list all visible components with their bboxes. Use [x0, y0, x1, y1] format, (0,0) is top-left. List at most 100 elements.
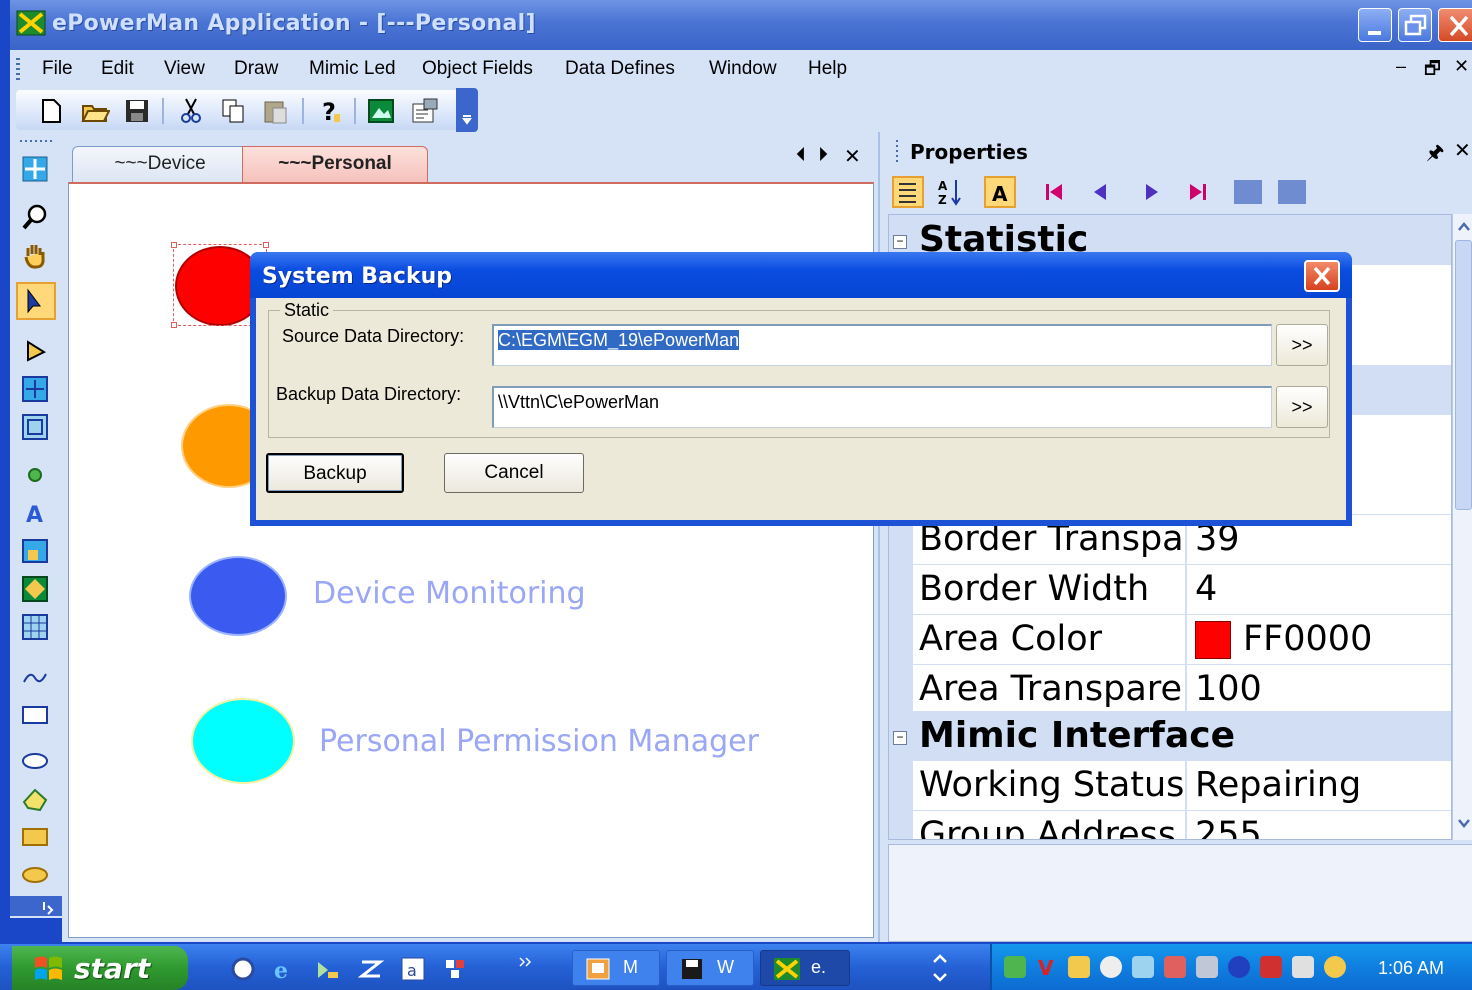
rectangle-icon[interactable] — [20, 700, 50, 730]
grid-icon[interactable] — [20, 612, 50, 642]
last-record-icon[interactable] — [1182, 176, 1214, 208]
tray-app-icon[interactable] — [1324, 956, 1346, 978]
tab-personal[interactable]: ~~~Personal — [242, 146, 428, 182]
app-a-icon[interactable]: a — [400, 956, 426, 982]
tool-icon[interactable] — [1276, 176, 1308, 208]
font-icon[interactable]: A — [984, 176, 1016, 208]
tray-app-icon[interactable] — [1004, 956, 1026, 978]
property-value[interactable]: 100 — [1191, 665, 1262, 715]
menu-help[interactable]: Help — [808, 58, 847, 80]
source-directory-input[interactable]: C:\EGM\EGM_19\ePowerMan — [492, 324, 1272, 366]
resize-icon[interactable] — [20, 374, 50, 404]
filled-rect-icon[interactable] — [20, 822, 50, 852]
pointer-icon[interactable] — [20, 286, 50, 316]
tab-device[interactable]: ~~~Device — [72, 146, 248, 182]
task-button-w[interactable]: W — [666, 950, 754, 986]
save-icon[interactable] — [122, 96, 152, 126]
network-icon[interactable] — [442, 956, 468, 982]
line-icon[interactable] — [20, 662, 50, 692]
mdi-close-button[interactable]: ✕ — [1454, 56, 1469, 77]
mdi-minimize-button[interactable]: – — [1396, 56, 1406, 77]
desktop-icon[interactable] — [230, 956, 256, 982]
sort-alpha-icon[interactable]: AZ — [934, 176, 966, 208]
tab-close-button[interactable]: ✕ — [844, 144, 861, 169]
pane-close-button[interactable]: ✕ — [1454, 138, 1471, 163]
close-button[interactable] — [1438, 8, 1472, 42]
mdi-restore-button[interactable]: 🗗 — [1424, 56, 1441, 86]
restore-button[interactable] — [1398, 8, 1432, 42]
pointer-alt-icon[interactable] — [20, 336, 50, 366]
next-record-icon[interactable] — [1136, 176, 1168, 208]
tab-prev-button[interactable]: ⏴ — [796, 144, 806, 167]
copy-icon[interactable] — [218, 96, 248, 126]
property-value[interactable]: 4 — [1191, 565, 1217, 615]
property-row[interactable]: Area Color FF0000 — [913, 615, 1451, 665]
app-z-icon[interactable] — [358, 956, 384, 982]
categorized-icon[interactable] — [892, 176, 924, 208]
prev-record-icon[interactable] — [1084, 176, 1116, 208]
collapse-icon[interactable]: − — [893, 235, 907, 249]
property-row[interactable]: Group Address 255 — [913, 811, 1451, 839]
point-icon[interactable] — [20, 460, 50, 490]
antivirus-icon[interactable]: V — [1036, 956, 1058, 978]
bluetooth-icon[interactable] — [1228, 956, 1250, 978]
backup-browse-button[interactable]: >> — [1276, 386, 1328, 428]
chevron-up-icon[interactable] — [1455, 218, 1472, 236]
property-row[interactable]: Border Width 4 — [913, 565, 1451, 615]
pan-icon[interactable] — [20, 240, 50, 270]
first-record-icon[interactable] — [1038, 176, 1070, 208]
menu-edit[interactable]: Edit — [101, 58, 134, 80]
network-tray-icon[interactable] — [1132, 956, 1154, 978]
minimize-button[interactable] — [1358, 8, 1392, 42]
media-icon[interactable] — [314, 956, 340, 982]
toolbar-overflow-button[interactable] — [456, 88, 478, 132]
help-icon[interactable]: ? — [314, 96, 344, 126]
dialog-close-button[interactable] — [1304, 260, 1340, 292]
selection-handle[interactable] — [171, 242, 177, 248]
taskbar-scroll[interactable] — [928, 948, 952, 988]
text-icon[interactable]: A — [20, 498, 50, 528]
pane-grip[interactable] — [894, 140, 900, 164]
new-icon[interactable] — [36, 96, 66, 126]
property-value[interactable]: FF0000 — [1239, 615, 1372, 665]
source-browse-button[interactable]: >> — [1276, 324, 1328, 366]
menu-data-defines[interactable]: Data Defines — [565, 58, 675, 80]
cut-icon[interactable] — [176, 96, 206, 126]
menu-view[interactable]: View — [164, 58, 205, 80]
symbol-icon[interactable] — [20, 574, 50, 604]
start-button[interactable]: start — [12, 946, 188, 990]
zoom-icon[interactable] — [20, 202, 50, 232]
chevron-down-icon[interactable] — [1455, 814, 1472, 832]
tools-overflow-button[interactable] — [10, 896, 62, 916]
property-scrollbar[interactable] — [1452, 214, 1472, 840]
property-row[interactable]: Working Status Repairing — [913, 761, 1451, 811]
pin-icon[interactable]: 🖈 — [1426, 138, 1445, 172]
property-value[interactable]: Repairing — [1191, 761, 1361, 811]
tray-app-icon[interactable] — [1068, 956, 1090, 978]
picture-icon[interactable] — [20, 536, 50, 566]
polygon-icon[interactable] — [20, 784, 50, 814]
menu-window[interactable]: Window — [709, 58, 777, 80]
paste-icon[interactable] — [260, 96, 290, 126]
selection-handle[interactable] — [263, 242, 269, 248]
menu-grip[interactable] — [16, 58, 20, 80]
backup-directory-input[interactable]: \\Vttn\C\ePowerMan — [492, 386, 1272, 428]
tools-grip[interactable] — [18, 138, 54, 144]
tray-app-icon[interactable] — [1100, 956, 1122, 978]
tab-next-button[interactable]: ⏵ — [818, 144, 828, 167]
mimic-label-personal-permission-manager[interactable]: Personal Permission Manager — [319, 724, 759, 759]
browser-icon[interactable]: e — [272, 956, 298, 982]
select-area-icon[interactable] — [20, 154, 50, 184]
mimic-circle-cyan[interactable] — [191, 698, 295, 784]
image-icon[interactable] — [366, 96, 396, 126]
menu-object-fields[interactable]: Object Fields — [422, 58, 533, 80]
backup-button[interactable]: Backup — [266, 453, 404, 493]
open-icon[interactable] — [80, 96, 110, 126]
menu-file[interactable]: File — [42, 58, 73, 80]
menu-mimic-led[interactable]: Mimic Led — [309, 58, 396, 80]
property-row[interactable]: Area Transparency 100 — [913, 665, 1451, 715]
properties-icon[interactable] — [410, 96, 440, 126]
tool-icon[interactable] — [1232, 176, 1264, 208]
window-titlebar[interactable]: ePowerMan Application - [---Personal] — [10, 0, 1472, 50]
tray-app-icon[interactable] — [1292, 956, 1314, 978]
